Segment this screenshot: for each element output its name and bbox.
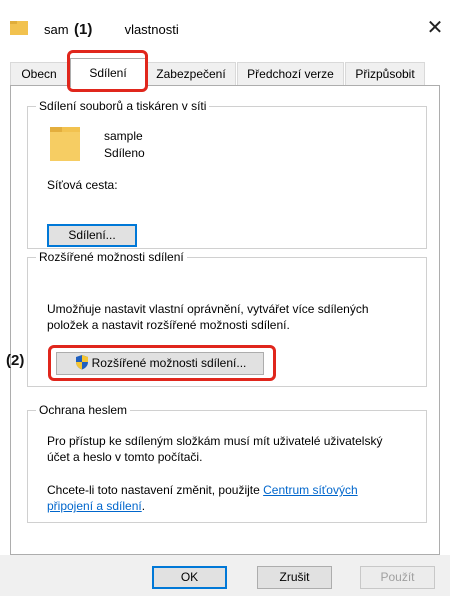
tab-previous-versions[interactable]: Předchozí verze — [237, 62, 344, 86]
network-path-label: Síťová cesta: — [47, 178, 118, 192]
password-protection-link-line: připojení a sdílení. — [47, 498, 145, 514]
advanced-sharing-button[interactable]: Rozšířené možnosti sdílení... — [56, 352, 264, 375]
window-title: sam vlastnosti — [44, 22, 179, 37]
tab-security[interactable]: Zabezpečení — [146, 62, 236, 86]
tab-general[interactable]: Obecn — [10, 62, 68, 86]
window-title-right: vlastnosti — [124, 22, 179, 37]
advanced-sharing-description-2: položek a nastavit rozšířené možnosti sd… — [47, 318, 290, 332]
ok-button[interactable]: OK — [152, 566, 227, 589]
advanced-sharing-button-label: Rozšířené možnosti sdílení... — [91, 356, 247, 370]
advanced-sharing-description-1: Umožňuje nastavit vlastní oprávnění, vyt… — [47, 302, 369, 316]
title-bar: sam vlastnosti ✕ — [0, 0, 450, 42]
folder-icon — [50, 127, 80, 161]
folder-status: Sdíleno — [104, 146, 145, 160]
folder-icon — [10, 21, 28, 35]
change-settings-prefix: Chcete-li toto nastavení změnit, použijt… — [47, 483, 264, 497]
password-protection-legend: Ochrana heslem — [36, 403, 131, 417]
password-protection-text-1: Pro přístup ke sdíleným složkám musí mít… — [47, 434, 383, 448]
apply-button: Použít — [360, 566, 435, 589]
close-button[interactable]: ✕ — [425, 17, 445, 37]
network-sharing-legend: Sdílení souborů a tiskáren v síti — [36, 99, 210, 113]
callout-2: (2) — [6, 352, 25, 369]
properties-dialog: sam vlastnosti ✕ Obecn Sdílení Zabezpečen… — [0, 0, 450, 596]
advanced-sharing-legend: Rozšířené možnosti sdílení — [36, 250, 187, 264]
window-title-left: sam — [44, 22, 69, 37]
callout-1: (1) — [74, 21, 93, 38]
network-center-link-part2[interactable]: připojení a sdílení — [47, 499, 142, 513]
share-button[interactable]: Sdílení... — [47, 224, 137, 247]
network-center-link-part1[interactable]: Centrum síťových — [263, 483, 358, 497]
password-protection-change-text: Chcete-li toto nastavení změnit, použijt… — [47, 482, 358, 498]
uac-shield-icon — [75, 355, 88, 370]
cancel-button[interactable]: Zrušit — [257, 566, 332, 589]
tab-sharing[interactable]: Sdílení — [70, 58, 146, 87]
folder-name: sample — [104, 129, 143, 143]
tab-customize[interactable]: Přizpůsobit — [345, 62, 425, 86]
password-protection-text-2: účet a heslo v tomto počítači. — [47, 450, 203, 464]
link-suffix: . — [141, 499, 146, 513]
